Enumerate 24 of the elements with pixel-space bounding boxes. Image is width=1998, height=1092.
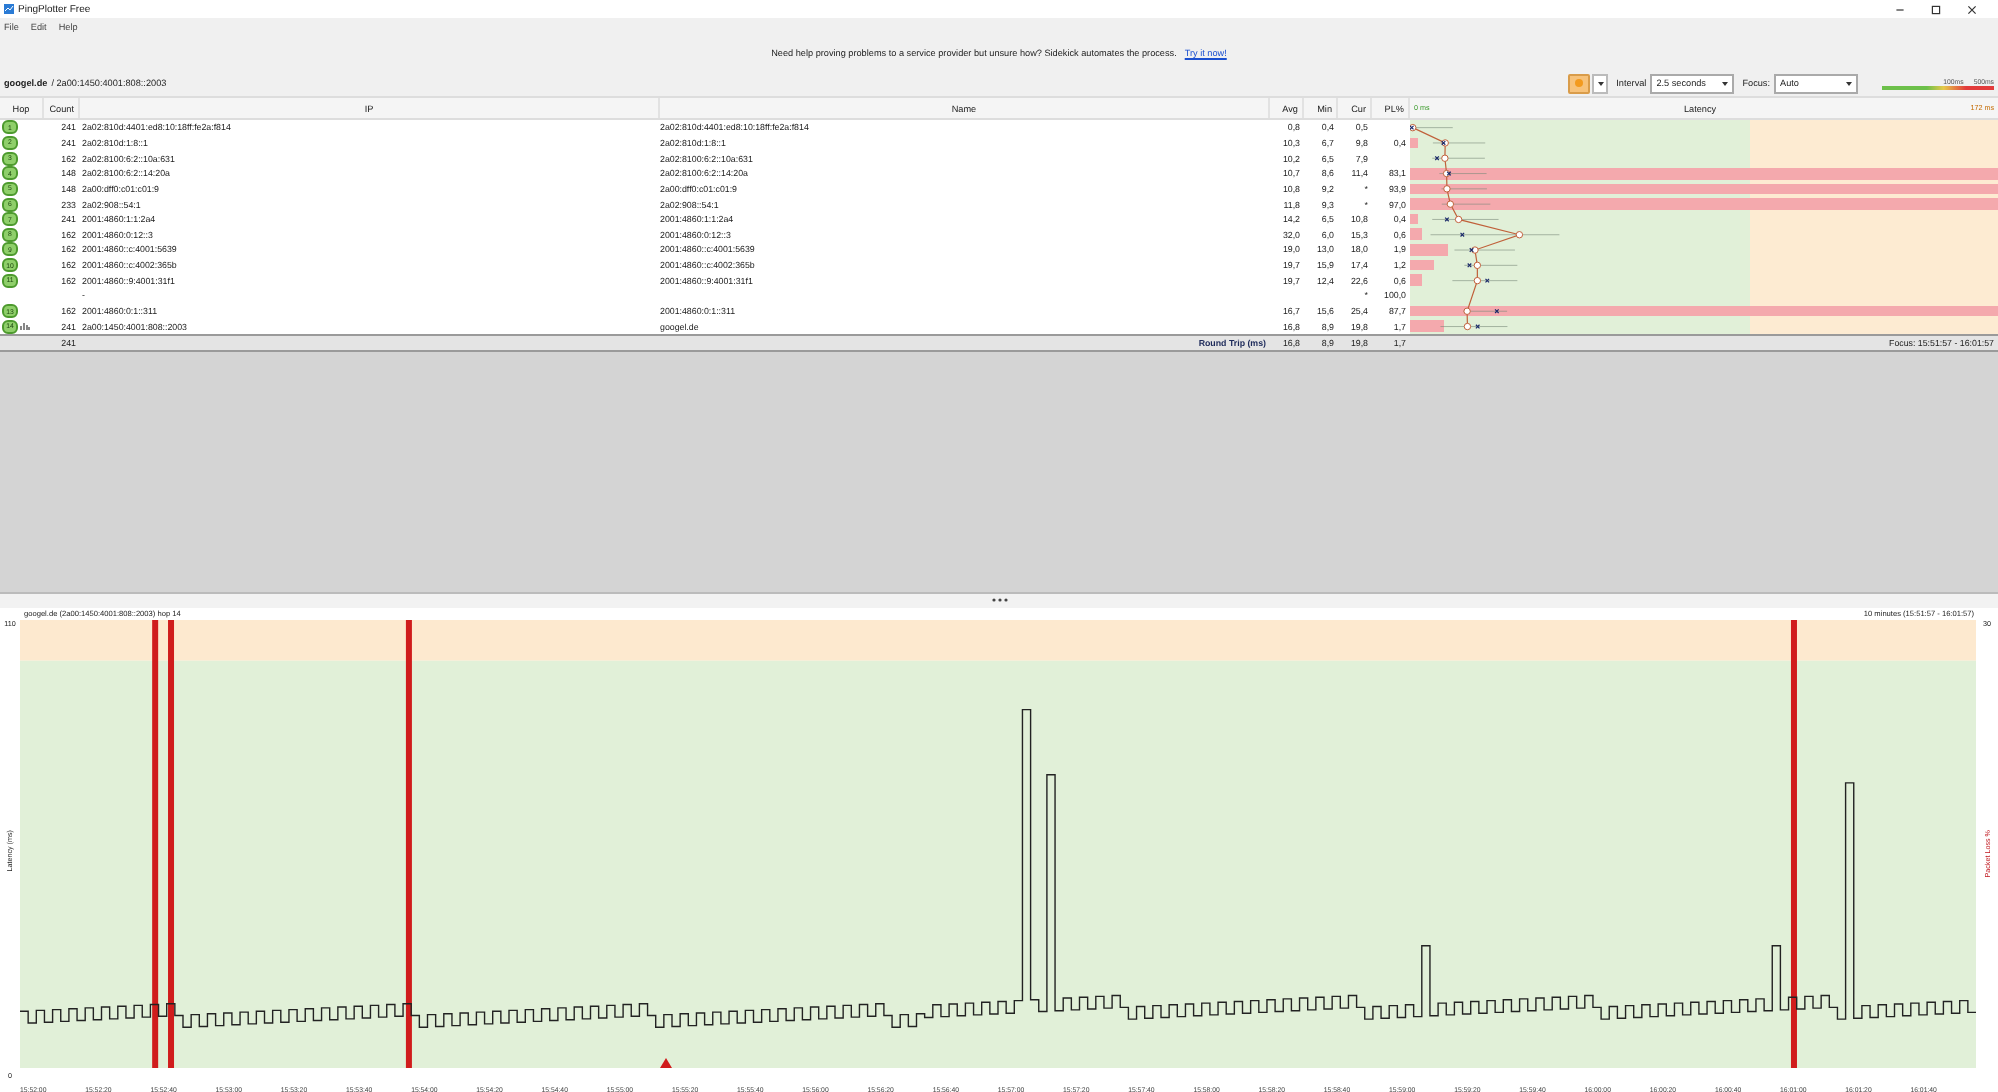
caret-icon (1722, 81, 1729, 85)
latency-marker (1463, 307, 1508, 315)
maximize-icon[interactable] (1930, 3, 1942, 15)
latency-marker (1431, 154, 1486, 162)
circle-icon (1574, 78, 1585, 88)
latency-marker (1439, 169, 1487, 178)
latency-marker (1441, 185, 1488, 193)
latency-marker (1454, 246, 1516, 254)
caret-icon (1597, 81, 1604, 85)
time-marker-icon[interactable] (660, 1057, 672, 1068)
caret-button[interactable] (1592, 73, 1609, 93)
latency-marker (1432, 139, 1486, 147)
latency-marker (1430, 231, 1560, 239)
latency-marker (1431, 215, 1499, 224)
latency-marker (1452, 276, 1518, 285)
latency-marker (1410, 123, 1454, 132)
latency-marker (1440, 322, 1508, 331)
latency-marker (1464, 261, 1518, 270)
minimize-icon[interactable] (1894, 3, 1906, 15)
bar-chart-icon[interactable] (20, 322, 30, 331)
latency-marker (1441, 200, 1491, 208)
splitter-handle-icon[interactable] (989, 598, 1009, 603)
caret-icon (1846, 81, 1852, 85)
close-icon[interactable] (1966, 3, 1978, 15)
